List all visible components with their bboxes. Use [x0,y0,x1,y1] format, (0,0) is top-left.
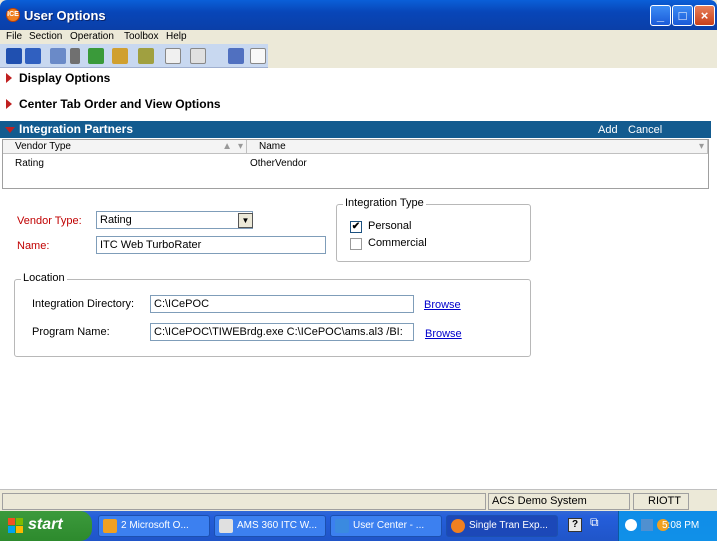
notes-icon[interactable] [250,48,266,64]
document-icon[interactable] [165,48,181,64]
menu-section[interactable]: Section [29,31,62,42]
window-title: User Options [24,8,106,23]
content-area: Display Options Center Tab Order and Vie… [0,68,717,489]
vendor-type-select[interactable]: Rating [96,211,253,229]
program-name-label: Program Name: [32,326,110,338]
integration-type-group: Integration Type ✔ Personal Commercial [336,197,531,262]
mail-icon[interactable] [112,48,128,64]
cancel-link[interactable]: Cancel [628,124,662,136]
menu-toolbox[interactable]: Toolbox [124,31,158,42]
collapse-arrow-icon [5,127,15,133]
status-panel-main [2,493,486,510]
column-header-vendor-type[interactable]: Vendor Type ▲ ▾ [3,140,247,154]
user-options-window: ICE User Options _ □ × File Section Oper… [0,0,717,511]
location-title: Location [21,272,67,284]
integration-type-title: Integration Type [343,197,426,209]
clock: 5:08 PM [662,520,700,531]
filter-icon: ▾ [237,141,243,152]
menu-file[interactable]: File [6,31,22,42]
program-name-field[interactable]: C:\ICePOC\TIWEBrdg.exe C:\ICePOC\ams.al3… [150,323,414,341]
integration-directory-field[interactable]: C:\ICePOC [150,295,414,313]
tray-back-icon[interactable] [625,519,637,531]
name-label: Name: [17,240,50,252]
restore-icon[interactable]: ⧉ [590,515,599,530]
task-user-center[interactable]: User Center - ... [330,515,442,537]
save-all-icon[interactable] [25,48,41,64]
print-icon[interactable] [50,48,66,64]
expand-arrow-icon [6,99,12,109]
title-bar[interactable]: ICE User Options _ □ × [0,0,717,30]
center-tab-header[interactable]: Center Tab Order and View Options [0,95,717,113]
document-icon [219,519,233,533]
status-system: ACS Demo System [488,493,630,510]
personal-label: Personal [368,220,412,232]
status-bar: ACS Demo System RIOTT [0,489,717,511]
name-field[interactable]: ITC Web TurboRater [96,236,326,254]
browse-program-link[interactable]: Browse [425,328,462,340]
app-icon: ICE [6,8,20,22]
internet-explorer-icon [335,519,349,533]
status-user: RIOTT [633,493,689,510]
sort-icon: ▲ [222,141,232,152]
personal-checkbox[interactable]: ✔ [350,221,362,233]
expand-arrow-icon [6,73,12,83]
close-button[interactable]: × [694,5,715,26]
task-single-tran[interactable]: Single Tran Exp... [446,515,558,537]
column-header-name[interactable]: Name ▾ [247,140,708,154]
browse-directory-link[interactable]: Browse [424,299,461,311]
attach-icon[interactable] [70,48,80,64]
task-microsoft-outlook[interactable]: 2 Microsoft O... [98,515,210,537]
vendor-type-label: Vendor Type: [17,215,82,227]
maximize-button[interactable]: □ [672,5,693,26]
menu-operation[interactable]: Operation [70,31,114,42]
location-group: Location Integration Directory: C:\ICePO… [14,272,531,357]
start-button[interactable]: start [0,511,92,541]
minimize-button[interactable]: _ [650,5,671,26]
taskbar: start 2 Microsoft O... AMS 360 ITC W... … [0,511,717,541]
cell-vendor-type: Rating [15,158,44,169]
save-icon[interactable] [6,48,22,64]
menu-help[interactable]: Help [166,31,187,42]
page-icon[interactable] [190,48,206,64]
chevron-down-icon[interactable]: ▼ [238,213,253,228]
task-ams-360[interactable]: AMS 360 ITC W... [214,515,326,537]
commercial-label: Commercial [368,237,427,249]
toolbar [0,44,268,68]
cell-name: OtherVendor [250,158,307,169]
filter-icon: ▾ [698,141,704,152]
partners-grid: Vendor Type ▲ ▾ Name ▾ Rating OtherVendo… [2,139,709,189]
integration-partners-header[interactable]: Integration Partners Add Cancel [0,121,711,138]
windows-flag-icon [8,518,23,533]
outlook-icon [103,519,117,533]
display-options-header[interactable]: Display Options [0,69,717,87]
check-icon[interactable] [88,48,104,64]
commercial-checkbox[interactable] [350,238,362,250]
integration-directory-label: Integration Directory: [32,298,135,310]
add-link[interactable]: Add [598,124,618,136]
app-icon [451,519,465,533]
pen-icon[interactable] [138,48,154,64]
menu-bar: File Section Operation Toolbox Help [0,30,717,44]
chart-icon[interactable] [228,48,244,64]
network-icon[interactable] [641,519,653,531]
help-icon[interactable]: ? [568,518,582,532]
